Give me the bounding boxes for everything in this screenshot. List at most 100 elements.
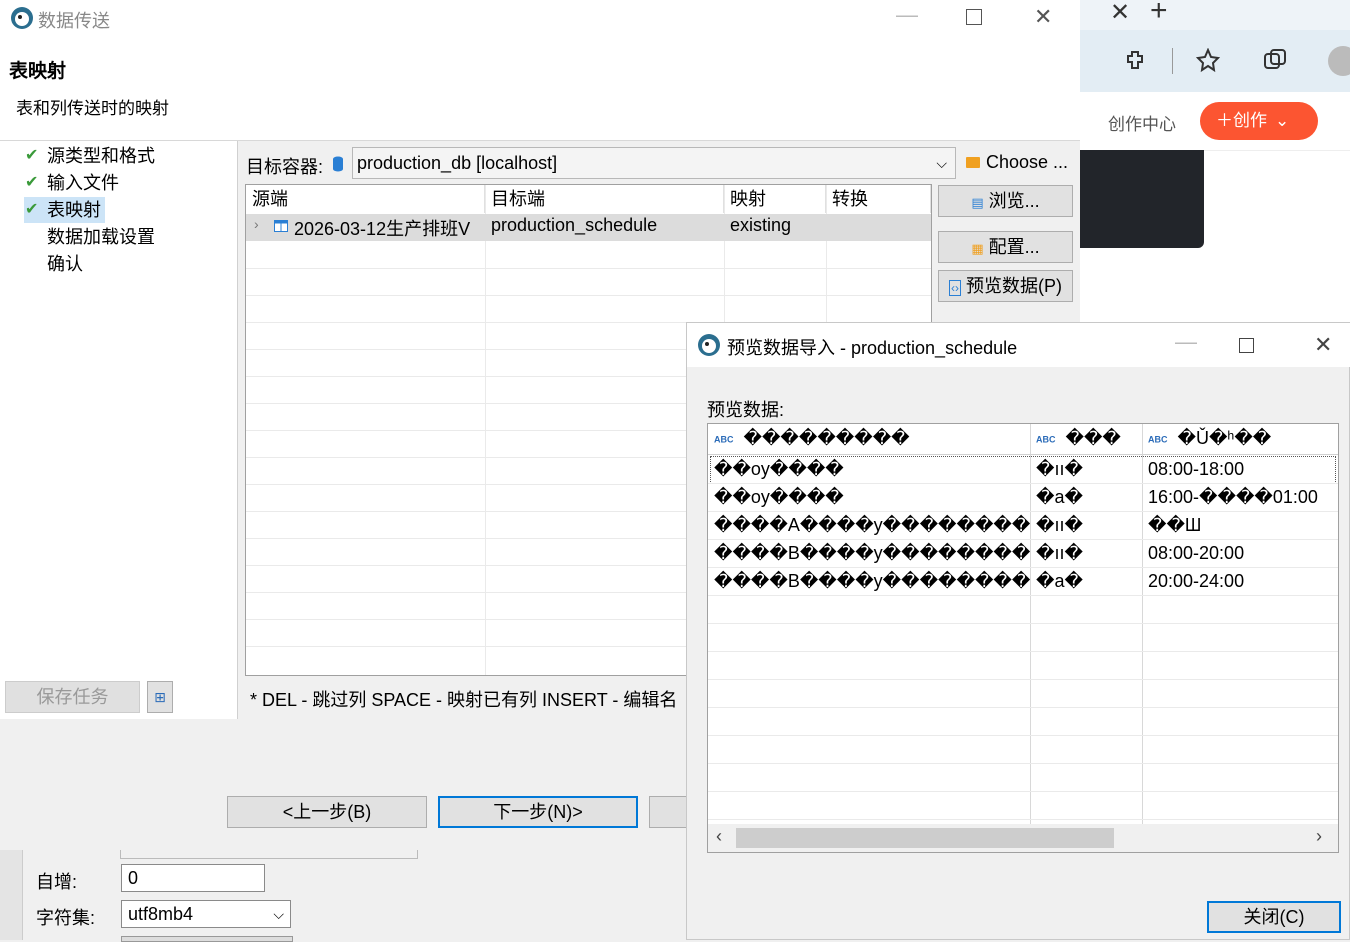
nav-item-label: 表映射 [47,200,101,220]
table-row[interactable]: › 2026-03-12生产排班V production_schedule ex… [246,214,931,241]
row-mapping: existing [730,215,792,235]
task-manager-icon[interactable]: ⊞ [147,681,173,713]
configure-button[interactable]: ▦ 配置... [938,231,1073,263]
main-titlebar: 数据传送 — ✕ [0,0,1080,36]
configure-icon: ▦ [971,241,984,256]
table-cell: 08:00-20:00 [1148,543,1245,563]
form-left-strip [0,850,23,940]
profile-avatar[interactable] [1328,46,1350,76]
scrollbar-thumb[interactable] [736,828,1114,848]
configure-button-label: 配置... [988,237,1040,257]
column-header-2[interactable]: ABC ��� [1036,424,1121,452]
preview-icon: ‹› [948,280,961,296]
charset-select[interactable]: utf8mb4 ⌵ [121,900,291,928]
checkmark-icon: ✔ [25,201,39,218]
table-cell: �ıı� [1036,515,1083,535]
autoincrement-label: 自增: [36,872,78,892]
window-title: 数据传送 [38,11,110,31]
nav-item-label: 源类型和格式 [47,146,155,166]
column-header-label: ��� [1065,428,1121,448]
table-icon: ▤ [971,195,984,210]
target-container-label: 目标容器: [246,157,324,177]
collections-icon[interactable] [1262,48,1288,74]
row-target: production_schedule [491,215,658,235]
create-button[interactable]: ＋创作 ⌄ [1200,102,1318,140]
scroll-right-icon[interactable]: › [1316,826,1322,847]
choose-button[interactable]: Choose ... [986,152,1068,173]
page-header: 表映射 表和列传送时的映射 [0,36,1080,141]
table-cell: 16:00-����01:00 [1148,487,1318,507]
autoincrement-input[interactable]: 0 [121,864,265,892]
save-task-button[interactable]: 保存任务 [5,681,140,713]
table-cell: �ıı� [1036,543,1083,563]
toolbar-divider [1172,48,1173,74]
expand-chevron-icon[interactable]: › [254,216,259,232]
nav-item-label: 输入文件 [47,173,119,193]
nav-item-label: 数据加载设置 [47,227,155,247]
table-cell: ����B����y�������� [714,571,1031,591]
app-logo-icon [698,334,720,356]
nav-item-confirm[interactable]: 确认 [47,251,83,277]
nav-item-table-mapping[interactable]: ✔ 表映射 [24,197,105,223]
target-container-select[interactable]: production_db [localhost] ⌵ [352,147,956,179]
table-cell: �a� [1036,571,1083,591]
new-tab-icon[interactable]: + [1150,0,1168,28]
table-cell: ����B����y�������� [714,543,1031,563]
minimize-icon[interactable]: — [896,2,918,28]
checkmark-icon: ✔ [25,147,39,164]
preview-data-dialog: 预览数据导入 - production_schedule — ✕ 预览数据: A… [686,322,1350,940]
checkmark-icon: ✔ [25,174,39,191]
table-cell: ����A����y�������� [714,515,1031,535]
creator-bar: 创作中心 ＋创作 ⌄ [1080,92,1350,151]
table-cell: ��oy���� [714,487,844,507]
folder-icon [966,157,980,168]
keyboard-hint: * DEL - 跳过列 SPACE - 映射已有列 INSERT - 编辑名 [250,690,678,710]
browser-tab-bar: ✕ + [1080,0,1350,30]
charset-value: utf8mb4 [128,904,194,924]
browse-button[interactable]: ▤ 浏览... [938,185,1073,217]
target-container-value: production_db [localhost] [357,153,558,173]
table-cell: ��Ш [1148,515,1202,535]
table-cell: �ıı� [1036,459,1083,479]
browse-button-label: 浏览... [988,191,1040,211]
extensions-icon[interactable] [1124,48,1150,74]
text-type-icon: ABC [714,434,734,445]
nav-item-source-type[interactable]: ✔ 源类型和格式 [25,143,155,169]
nav-item-input-files[interactable]: ✔ 输入文件 [25,170,119,196]
column-header-transform[interactable]: 转换 [826,185,931,213]
close-button[interactable]: 关闭(C) [1207,901,1341,933]
table-cell: �a� [1036,487,1083,507]
row-source: 2026-03-12生产排班V [294,219,471,239]
nav-item-load-settings[interactable]: 数据加载设置 [47,224,155,250]
text-type-icon: ABC [1148,434,1168,445]
finish-button-partial[interactable] [649,796,689,828]
column-header-source[interactable]: 源端 [246,185,485,213]
database-icon [333,156,343,172]
column-header-mapping[interactable]: 映射 [724,185,826,213]
minimize-icon[interactable]: — [1175,329,1197,355]
preview-section-label: 预览数据: [707,400,785,420]
maximize-icon[interactable] [966,9,982,25]
favorites-icon[interactable] [1196,48,1224,74]
back-button[interactable]: <上一步(B) [227,796,427,828]
column-header-3[interactable]: ABC �Ǔ�ʰ�� [1148,424,1271,452]
preview-button-label: 预览数据(P) [966,276,1062,296]
next-button[interactable]: 下一步(N)> [438,796,638,828]
creator-center-link[interactable]: 创作中心 [1108,110,1176,135]
background-browser-window: ✕ + 创作中心 ＋创作 ⌄ [1080,0,1350,330]
browser-toolbar [1080,30,1350,92]
horizontal-scrollbar[interactable]: ‹ › [708,824,1338,852]
app-logo-icon [11,7,33,29]
maximize-icon[interactable] [1239,338,1254,353]
close-icon[interactable]: ✕ [1314,332,1332,358]
form-field-partial [120,850,418,859]
preview-data-button[interactable]: ‹› 预览数据(P) [938,270,1073,302]
scroll-left-icon[interactable]: ‹ [716,826,722,847]
close-tab-icon[interactable]: ✕ [1110,0,1130,27]
column-header-1[interactable]: ABC ��������� [714,424,910,452]
close-icon[interactable]: ✕ [1034,4,1052,30]
preview-titlebar: 预览数据导入 - production_schedule — ✕ [687,323,1350,367]
chevron-down-icon: ⌵ [936,155,947,171]
chevron-down-icon: ⌵ [273,906,284,922]
column-header-target[interactable]: 目标端 [485,185,724,213]
